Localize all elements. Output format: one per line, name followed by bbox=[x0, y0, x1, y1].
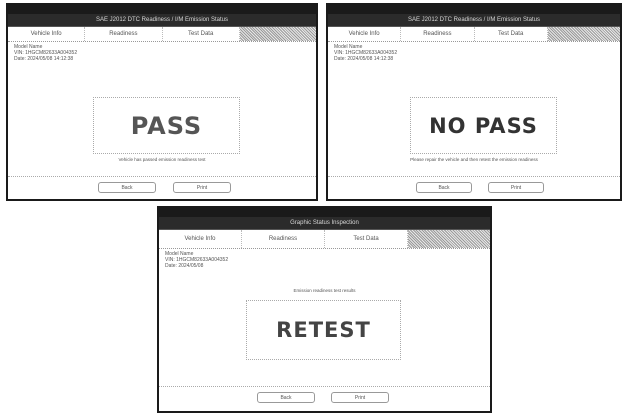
result-subheader: Emission readiness test results bbox=[293, 288, 356, 293]
tab-readiness[interactable]: Readiness bbox=[401, 27, 475, 41]
result-box: NO PASS bbox=[410, 97, 557, 154]
back-button[interactable]: Back bbox=[98, 182, 156, 193]
result-caption: Please repair the vehicle and then retes… bbox=[410, 157, 538, 162]
footer-bar: Back Print bbox=[159, 386, 490, 411]
result-box: RETEST bbox=[246, 300, 401, 360]
result-screen-pass: SAE J2012 DTC Readiness / I/M Emission S… bbox=[6, 3, 318, 201]
tab-vehicle-info[interactable]: Vehicle Info bbox=[328, 27, 402, 41]
window-title: SAE J2012 DTC Readiness / I/M Emission S… bbox=[8, 14, 316, 27]
tab-result[interactable] bbox=[408, 230, 490, 248]
window-title: SAE J2012 DTC Readiness / I/M Emission S… bbox=[328, 14, 620, 27]
vehicle-info: Model Name VIN: 1HGCM82633A004352 Date: … bbox=[328, 42, 620, 64]
date-line: Date: 2024/05/08 bbox=[165, 263, 204, 269]
tab-readiness[interactable]: Readiness bbox=[85, 27, 163, 41]
status-bar bbox=[328, 5, 620, 14]
status-bar bbox=[159, 208, 490, 217]
result-caption: Vehicle has passed emission readiness te… bbox=[118, 157, 206, 162]
tab-test-data[interactable]: Test Data bbox=[163, 27, 240, 41]
footer-bar: Back Print bbox=[328, 176, 620, 199]
result-screen-retest: Graphic Status Inspection Vehicle Info R… bbox=[157, 206, 492, 413]
tab-readiness[interactable]: Readiness bbox=[242, 230, 325, 248]
vehicle-info: Model Name VIN: 1HGCM82633A004352 Date: … bbox=[8, 42, 316, 64]
tab-bar: Vehicle Info Readiness Test Data bbox=[8, 27, 316, 42]
tab-result[interactable] bbox=[239, 27, 316, 41]
vehicle-info: Model Name VIN: 1HGCM82633A004352 Date: … bbox=[159, 249, 490, 271]
footer-bar: Back Print bbox=[8, 176, 316, 199]
print-button[interactable]: Print bbox=[173, 182, 231, 193]
result-screen-no-pass: SAE J2012 DTC Readiness / I/M Emission S… bbox=[326, 3, 622, 201]
date-line: Date: 2024/05/08 14:12:38 bbox=[14, 56, 74, 62]
date-line: Date: 2024/05/08 14:12:38 bbox=[334, 56, 394, 62]
result-text: RETEST bbox=[276, 318, 371, 342]
tab-test-data[interactable]: Test Data bbox=[325, 230, 408, 248]
print-button[interactable]: Print bbox=[331, 392, 389, 403]
window-title: Graphic Status Inspection bbox=[159, 217, 490, 230]
tab-bar: Vehicle Info Readiness Test Data bbox=[159, 230, 490, 249]
status-bar bbox=[8, 5, 316, 14]
result-text: PASS bbox=[130, 111, 203, 140]
tab-test-data[interactable]: Test Data bbox=[475, 27, 548, 41]
result-text: NO PASS bbox=[429, 113, 538, 138]
back-button[interactable]: Back bbox=[257, 392, 315, 403]
tab-result[interactable] bbox=[547, 27, 620, 41]
back-button[interactable]: Back bbox=[416, 182, 472, 193]
print-button[interactable]: Print bbox=[488, 182, 544, 193]
result-box: PASS bbox=[93, 97, 240, 154]
tab-vehicle-info[interactable]: Vehicle Info bbox=[159, 230, 242, 248]
tab-bar: Vehicle Info Readiness Test Data bbox=[328, 27, 620, 42]
tab-vehicle-info[interactable]: Vehicle Info bbox=[8, 27, 86, 41]
